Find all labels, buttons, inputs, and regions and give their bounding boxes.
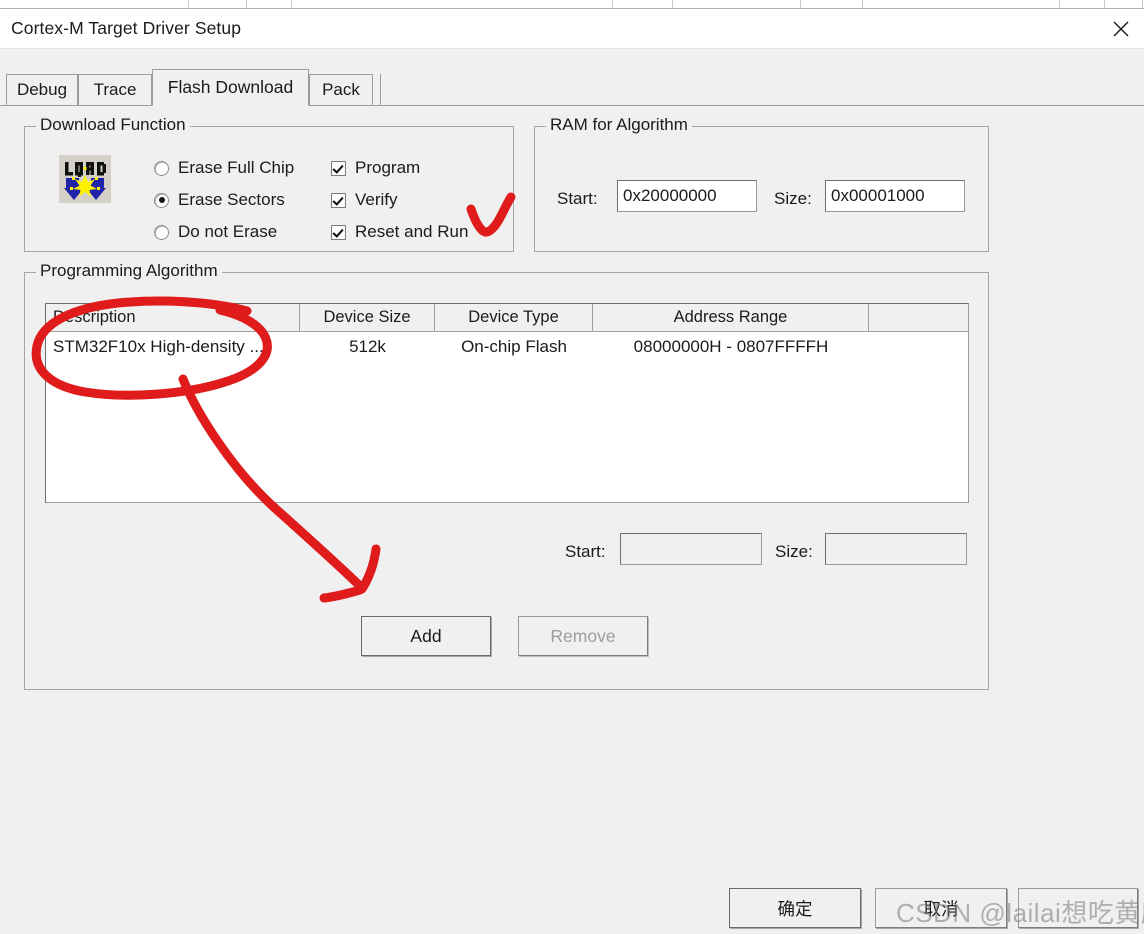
checkbox-reset-and-run[interactable]: Reset and Run xyxy=(331,222,468,242)
ok-button[interactable]: 确定 xyxy=(729,888,861,928)
tab-pack-label: Pack xyxy=(322,80,360,99)
checkbox-verify-indicator[interactable] xyxy=(331,192,346,208)
tab-trace-label: Trace xyxy=(93,80,137,99)
radio-erase-full-chip-indicator[interactable] xyxy=(154,160,169,176)
tab-flash-download[interactable]: Flash Download xyxy=(152,69,309,106)
table-row[interactable]: STM32F10x High-density ... 512k On-chip … xyxy=(46,332,968,362)
target-driver-setup-dialog: Cortex-M Target Driver Setup Debug Trace… xyxy=(0,9,1144,934)
checkbox-reset-and-run-indicator[interactable] xyxy=(331,224,346,240)
algorithm-start-input[interactable] xyxy=(620,533,762,565)
checkbox-program-label: Program xyxy=(355,158,421,177)
algorithm-size-label: Size: xyxy=(775,542,813,561)
radio-erase-sectors-label: Erase Sectors xyxy=(178,190,285,209)
ram-start-label: Start: xyxy=(557,189,598,208)
checkbox-verify[interactable]: Verify xyxy=(331,190,398,210)
column-header-extra[interactable] xyxy=(869,304,968,331)
tab-flash-download-label: Flash Download xyxy=(167,77,294,97)
tab-debug[interactable]: Debug xyxy=(6,74,78,105)
radio-erase-full-chip[interactable]: Erase Full Chip xyxy=(154,158,294,178)
cell-extra xyxy=(869,332,968,362)
checkbox-reset-and-run-label: Reset and Run xyxy=(355,222,469,241)
page-title: Cortex-M Target Driver Setup xyxy=(11,18,242,38)
tab-strip: Debug Trace Flash Download Pack xyxy=(0,49,1144,106)
table-header-row: Description Device Size Device Type Addr… xyxy=(46,304,968,332)
checkbox-program[interactable]: Program xyxy=(331,158,420,178)
title-bar: Cortex-M Target Driver Setup xyxy=(0,9,1144,49)
cancel-button[interactable]: 取消 xyxy=(875,888,1007,928)
programming-algorithm-legend: Programming Algorithm xyxy=(36,261,222,281)
radio-do-not-erase[interactable]: Do not Erase xyxy=(154,222,277,242)
remove-button[interactable]: Remove xyxy=(518,616,648,656)
load-icon xyxy=(59,155,111,203)
download-function-group: Download Function Erase Full Chip Erase … xyxy=(24,115,514,252)
radio-do-not-erase-label: Do not Erase xyxy=(178,222,278,241)
download-function-legend: Download Function xyxy=(36,115,190,135)
checkbox-program-indicator[interactable] xyxy=(331,160,346,176)
help-button[interactable] xyxy=(1018,888,1138,928)
programming-algorithm-group: Programming Algorithm Description Device… xyxy=(24,261,989,690)
tab-trace[interactable]: Trace xyxy=(78,74,152,105)
background-window-sliver xyxy=(0,0,1144,9)
column-header-address-range[interactable]: Address Range xyxy=(593,304,869,331)
algorithm-size-input[interactable] xyxy=(825,533,967,565)
column-header-device-type[interactable]: Device Type xyxy=(435,304,593,331)
tab-pack[interactable]: Pack xyxy=(309,74,373,105)
algorithm-start-label: Start: xyxy=(565,542,606,561)
radio-do-not-erase-indicator[interactable] xyxy=(154,224,169,240)
column-header-description[interactable]: Description xyxy=(46,304,300,331)
ram-size-label: Size: xyxy=(774,189,812,208)
ram-size-input[interactable]: 0x00001000 xyxy=(825,180,965,212)
cell-device-size: 512k xyxy=(349,337,386,356)
column-header-device-size[interactable]: Device Size xyxy=(300,304,435,331)
programming-algorithm-list[interactable]: Description Device Size Device Type Addr… xyxy=(45,303,969,503)
ram-start-input[interactable]: 0x20000000 xyxy=(617,180,757,212)
radio-erase-sectors-indicator[interactable] xyxy=(154,192,169,208)
cell-device-type: On-chip Flash xyxy=(461,337,567,356)
checkbox-verify-label: Verify xyxy=(355,190,398,209)
tab-debug-label: Debug xyxy=(16,80,68,99)
close-icon[interactable] xyxy=(1098,9,1144,48)
radio-erase-sectors[interactable]: Erase Sectors xyxy=(154,190,285,210)
radio-erase-full-chip-label: Erase Full Chip xyxy=(178,158,295,177)
cell-address-range: 08000000H - 0807FFFFH xyxy=(633,337,829,356)
add-button[interactable]: Add xyxy=(361,616,491,656)
ram-for-algorithm-group: RAM for Algorithm Start: 0x20000000 Size… xyxy=(534,115,989,252)
flash-download-panel: Download Function Erase Full Chip Erase … xyxy=(0,105,1144,934)
cell-description: STM32F10x High-density ... xyxy=(53,337,264,356)
tab-strip-end-divider xyxy=(380,74,381,105)
ram-for-algorithm-legend: RAM for Algorithm xyxy=(546,115,692,135)
